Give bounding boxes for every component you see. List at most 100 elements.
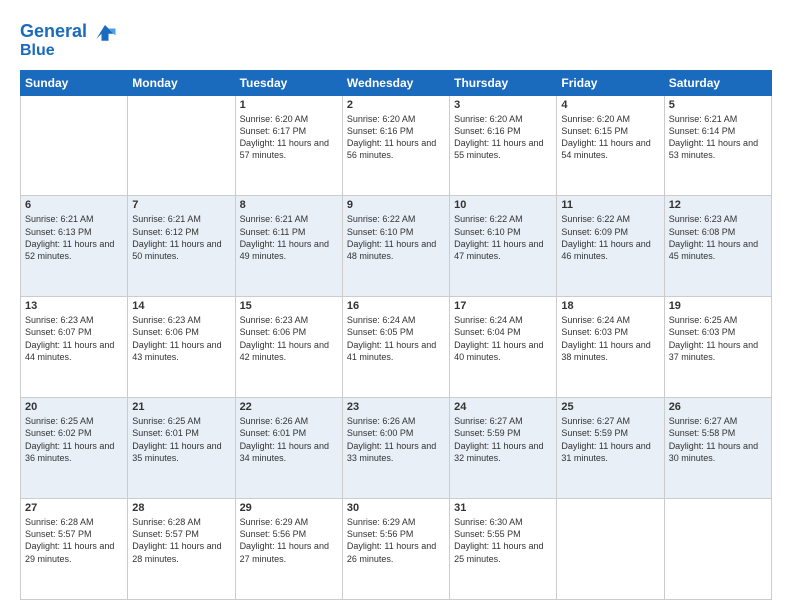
calendar-cell: 15 Sunrise: 6:23 AMSunset: 6:06 PMDayligh… [235,297,342,398]
calendar-cell: 11 Sunrise: 6:22 AMSunset: 6:09 PMDayligh… [557,196,664,297]
week-row-1: 1Sunrise: 6:20 AMSunset: 6:17 PMDaylight… [21,95,772,196]
day-info: Sunrise: 6:23 AMSunset: 6:07 PMDaylight:… [25,314,123,363]
calendar-cell: 17Sunrise: 6:24 AMSunset: 6:04 PMDayligh… [450,297,557,398]
day-number: 25 [561,401,659,413]
weekday-sunday: Sunday [21,70,128,95]
calendar-cell: 27Sunrise: 6:28 AMSunset: 5:57 PMDayligh… [21,499,128,600]
calendar-cell: 22 Sunrise: 6:26 AMSunset: 6:01 PMDayligh… [235,398,342,499]
day-info: Sunrise: 6:22 AMSunset: 6:10 PMDaylight:… [347,213,445,262]
day-info: Sunrise: 6:21 AMSunset: 6:11 PMDaylight:… [240,213,338,262]
calendar-cell: 24 Sunrise: 6:27 AMSunset: 5:59 PMDayligh… [450,398,557,499]
calendar-cell: 28 Sunrise: 6:28 AMSunset: 5:57 PMDayligh… [128,499,235,600]
day-number: 3 [454,99,552,111]
day-info: Sunrise: 6:23 AMSunset: 6:06 PMDaylight:… [132,314,230,363]
calendar-cell: 3 Sunrise: 6:20 AMSunset: 6:16 PMDaylight… [450,95,557,196]
day-number: 15 [240,300,338,312]
calendar-cell: 29 Sunrise: 6:29 AMSunset: 5:56 PMDayligh… [235,499,342,600]
weekday-thursday: Thursday [450,70,557,95]
day-info: Sunrise: 6:28 AMSunset: 5:57 PMDaylight:… [132,516,230,565]
day-info: Sunrise: 6:30 AMSunset: 5:55 PMDaylight:… [454,516,552,565]
calendar-cell: 30 Sunrise: 6:29 AMSunset: 5:56 PMDayligh… [342,499,449,600]
day-info: Sunrise: 6:20 AMSunset: 6:16 PMDaylight:… [347,113,445,162]
calendar-cell: 10Sunrise: 6:22 AMSunset: 6:10 PMDayligh… [450,196,557,297]
calendar-cell: 4 Sunrise: 6:20 AMSunset: 6:15 PMDaylight… [557,95,664,196]
calendar-cell: 2Sunrise: 6:20 AMSunset: 6:16 PMDaylight… [342,95,449,196]
day-number: 12 [669,199,767,211]
day-number: 13 [25,300,123,312]
weekday-saturday: Saturday [664,70,771,95]
calendar-cell [128,95,235,196]
day-info: Sunrise: 6:29 AMSunset: 5:56 PMDaylight:… [240,516,338,565]
day-info: Sunrise: 6:24 AMSunset: 6:05 PMDaylight:… [347,314,445,363]
calendar-cell: 6 Sunrise: 6:21 AMSunset: 6:13 PMDaylight… [21,196,128,297]
day-number: 6 [25,199,123,211]
day-info: Sunrise: 6:21 AMSunset: 6:14 PMDaylight:… [669,113,767,162]
logo-icon [91,18,119,46]
week-row-4: 20Sunrise: 6:25 AMSunset: 6:02 PMDayligh… [21,398,772,499]
day-info: Sunrise: 6:20 AMSunset: 6:17 PMDaylight:… [240,113,338,162]
calendar-cell: 23 Sunrise: 6:26 AMSunset: 6:00 PMDayligh… [342,398,449,499]
day-number: 18 [561,300,659,312]
calendar-table: SundayMondayTuesdayWednesdayThursdayFrid… [20,70,772,600]
calendar-cell: 14 Sunrise: 6:23 AMSunset: 6:06 PMDayligh… [128,297,235,398]
day-info: Sunrise: 6:21 AMSunset: 6:13 PMDaylight:… [25,213,123,262]
day-info: Sunrise: 6:27 AMSunset: 5:59 PMDaylight:… [454,415,552,464]
day-number: 28 [132,502,230,514]
calendar-cell [21,95,128,196]
day-number: 19 [669,300,767,312]
day-number: 4 [561,99,659,111]
calendar-cell [557,499,664,600]
calendar-body: 1Sunrise: 6:20 AMSunset: 6:17 PMDaylight… [21,95,772,599]
calendar-cell: 16Sunrise: 6:24 AMSunset: 6:05 PMDayligh… [342,297,449,398]
weekday-monday: Monday [128,70,235,95]
day-info: Sunrise: 6:22 AMSunset: 6:09 PMDaylight:… [561,213,659,262]
day-info: Sunrise: 6:26 AMSunset: 6:01 PMDaylight:… [240,415,338,464]
calendar-cell: 21 Sunrise: 6:25 AMSunset: 6:01 PMDayligh… [128,398,235,499]
day-info: Sunrise: 6:20 AMSunset: 6:16 PMDaylight:… [454,113,552,162]
day-info: Sunrise: 6:29 AMSunset: 5:56 PMDaylight:… [347,516,445,565]
day-number: 29 [240,502,338,514]
calendar-cell: 18 Sunrise: 6:24 AMSunset: 6:03 PMDayligh… [557,297,664,398]
day-number: 9 [347,199,445,211]
header: General Blue [20,18,772,60]
day-info: Sunrise: 6:27 AMSunset: 5:58 PMDaylight:… [669,415,767,464]
calendar-cell [664,499,771,600]
day-info: Sunrise: 6:28 AMSunset: 5:57 PMDaylight:… [25,516,123,565]
week-row-3: 13 Sunrise: 6:23 AMSunset: 6:07 PMDayligh… [21,297,772,398]
day-number: 21 [132,401,230,413]
logo: General Blue [20,18,119,60]
day-number: 23 [347,401,445,413]
calendar-cell: 26 Sunrise: 6:27 AMSunset: 5:58 PMDayligh… [664,398,771,499]
calendar-cell: 7 Sunrise: 6:21 AMSunset: 6:12 PMDaylight… [128,196,235,297]
day-number: 22 [240,401,338,413]
day-info: Sunrise: 6:25 AMSunset: 6:02 PMDaylight:… [25,415,123,464]
weekday-tuesday: Tuesday [235,70,342,95]
calendar-cell: 19 Sunrise: 6:25 AMSunset: 6:03 PMDayligh… [664,297,771,398]
day-number: 11 [561,199,659,211]
day-info: Sunrise: 6:27 AMSunset: 5:59 PMDaylight:… [561,415,659,464]
day-info: Sunrise: 6:23 AMSunset: 6:08 PMDaylight:… [669,213,767,262]
weekday-wednesday: Wednesday [342,70,449,95]
calendar-cell: 25 Sunrise: 6:27 AMSunset: 5:59 PMDayligh… [557,398,664,499]
week-row-5: 27Sunrise: 6:28 AMSunset: 5:57 PMDayligh… [21,499,772,600]
day-info: Sunrise: 6:25 AMSunset: 6:01 PMDaylight:… [132,415,230,464]
calendar-cell: 12 Sunrise: 6:23 AMSunset: 6:08 PMDayligh… [664,196,771,297]
logo-text: General [20,22,87,42]
day-number: 24 [454,401,552,413]
day-number: 30 [347,502,445,514]
week-row-2: 6 Sunrise: 6:21 AMSunset: 6:13 PMDaylight… [21,196,772,297]
weekday-friday: Friday [557,70,664,95]
calendar-cell: 9 Sunrise: 6:22 AMSunset: 6:10 PMDaylight… [342,196,449,297]
day-info: Sunrise: 6:26 AMSunset: 6:00 PMDaylight:… [347,415,445,464]
weekday-header-row: SundayMondayTuesdayWednesdayThursdayFrid… [21,70,772,95]
calendar-cell: 13 Sunrise: 6:23 AMSunset: 6:07 PMDayligh… [21,297,128,398]
day-info: Sunrise: 6:23 AMSunset: 6:06 PMDaylight:… [240,314,338,363]
day-info: Sunrise: 6:24 AMSunset: 6:03 PMDaylight:… [561,314,659,363]
day-number: 7 [132,199,230,211]
day-info: Sunrise: 6:25 AMSunset: 6:03 PMDaylight:… [669,314,767,363]
calendar-cell: 20Sunrise: 6:25 AMSunset: 6:02 PMDayligh… [21,398,128,499]
day-number: 14 [132,300,230,312]
day-info: Sunrise: 6:20 AMSunset: 6:15 PMDaylight:… [561,113,659,162]
day-number: 26 [669,401,767,413]
day-info: Sunrise: 6:21 AMSunset: 6:12 PMDaylight:… [132,213,230,262]
